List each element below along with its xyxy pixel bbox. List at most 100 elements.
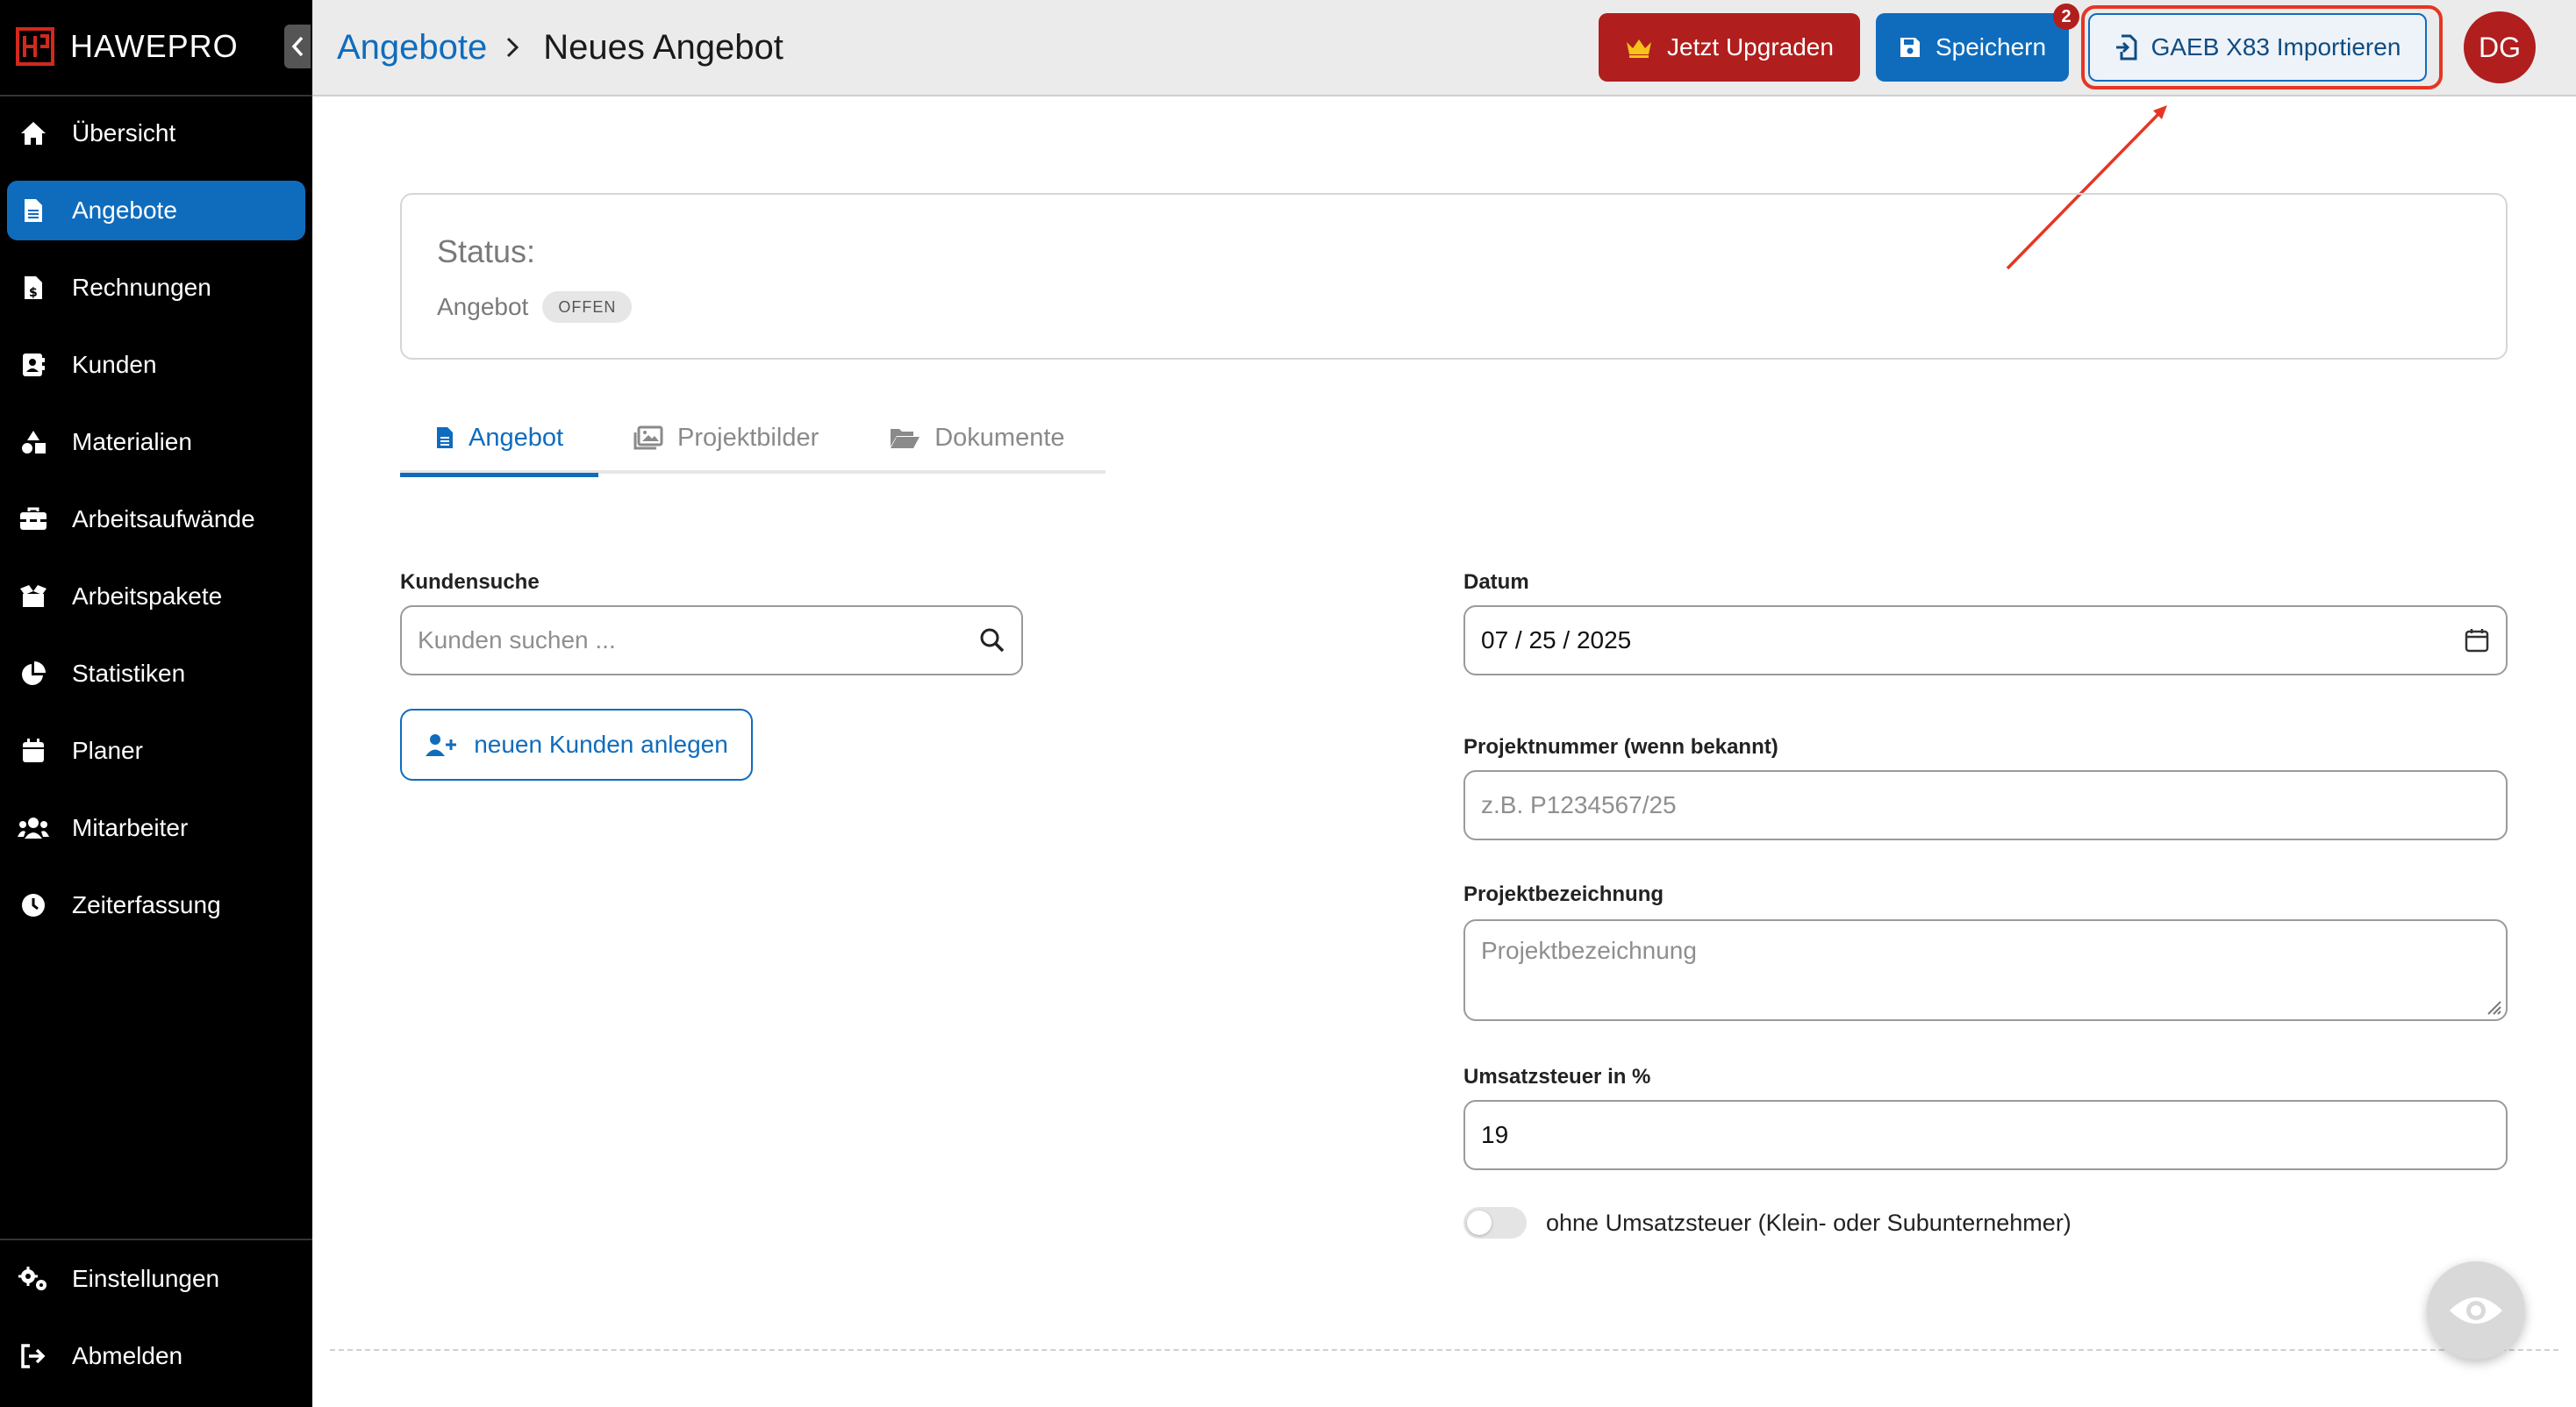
sidebar-item-zeiterfassung[interactable]: Zeiterfassung <box>7 875 305 935</box>
customer-search-placeholder: Kunden suchen ... <box>418 626 616 654</box>
save-button[interactable]: Speichern <box>1876 13 2069 82</box>
brand-name: HAWEPRO <box>70 28 239 64</box>
sidebar-item-label: Abmelden <box>72 1342 183 1369</box>
clock-icon <box>18 889 49 921</box>
vat-value: 19 <box>1481 1121 1509 1148</box>
sidebar-item-label: Kunden <box>72 351 157 378</box>
sidebar-item-label: Mitarbeiter <box>72 814 189 841</box>
gaeb-import-button-label: GAEB X83 Importieren <box>2150 33 2401 61</box>
sidebar-item-arbeitspakete[interactable]: Arbeitspakete <box>7 567 305 626</box>
toggle-knob <box>1467 1211 1492 1235</box>
calendar-icon[interactable] <box>2464 627 2490 654</box>
document-icon <box>18 195 49 226</box>
no-vat-toggle[interactable] <box>1463 1207 1527 1239</box>
gaeb-import-button[interactable]: GAEB X83 Importieren <box>2088 13 2427 82</box>
breadcrumb-link-angebote[interactable]: Angebote <box>337 28 487 68</box>
contact-card-icon <box>18 349 49 381</box>
sidebar-item-label: Arbeitspakete <box>72 582 223 610</box>
sidebar-item-rechnungen[interactable]: $ Rechnungen <box>7 258 305 318</box>
brand[interactable]: HAWEPRO <box>16 25 239 68</box>
chevron-right-icon <box>504 37 526 58</box>
tab-bar: Angebot Projektbilder Dokumente <box>400 402 1106 477</box>
tab-label: Angebot <box>469 423 564 452</box>
sidebar-item-label: Rechnungen <box>72 274 211 301</box>
new-customer-button[interactable]: neuen Kunden anlegen <box>400 709 753 781</box>
upgrade-button[interactable]: Jetzt Upgraden <box>1599 13 1860 82</box>
sidebar-item-kunden[interactable]: Kunden <box>7 335 305 395</box>
sidebar-collapse-button[interactable] <box>284 25 311 68</box>
sidebar-item-label: Einstellungen <box>72 1265 220 1292</box>
add-user-icon <box>425 732 458 757</box>
floppy-disk-icon <box>1899 36 1921 59</box>
tab-dokumente[interactable]: Dokumente <box>854 402 1099 474</box>
logout-icon <box>18 1340 49 1372</box>
chevron-left-icon <box>291 36 304 57</box>
toolbox-icon <box>18 504 49 535</box>
sidebar-item-angebote[interactable]: Angebote <box>7 181 305 240</box>
resize-grip-icon[interactable] <box>2483 996 2502 1016</box>
vat-field[interactable]: 19 <box>1463 1100 2508 1170</box>
file-import-icon <box>2114 34 2137 61</box>
sidebar-item-statistiken[interactable]: Statistiken <box>7 644 305 704</box>
page-title: Neues Angebot <box>543 27 784 67</box>
eye-icon <box>2450 1297 2502 1324</box>
sidebar-item-einstellungen[interactable]: Einstellungen <box>7 1249 305 1309</box>
sidebar-item-abmelden[interactable]: Abmelden <box>7 1326 305 1386</box>
tab-angebot[interactable]: Angebot <box>400 402 599 477</box>
notification-badge: 2 <box>2053 4 2079 30</box>
box-open-icon <box>18 581 49 612</box>
sidebar-item-mitarbeiter[interactable]: Mitarbeiter <box>7 798 305 858</box>
users-icon <box>18 812 49 844</box>
date-field[interactable]: 07 / 25 / 2025 <box>1463 605 2508 675</box>
pie-chart-icon <box>18 658 49 689</box>
status-title: Status: <box>437 233 536 269</box>
tab-label: Dokumente <box>934 423 1065 452</box>
status-badge: OFFEN <box>542 291 633 323</box>
shapes-icon <box>18 426 49 458</box>
status-card: Status: Angebot OFFEN <box>400 193 2508 360</box>
crown-icon <box>1625 37 1653 58</box>
sidebar: HAWEPRO Übersicht Angebote $ Rechnungen <box>0 0 312 1407</box>
sidebar-item-label: Planer <box>72 737 143 764</box>
vat-label: Umsatzsteuer in % <box>1463 1065 1651 1089</box>
project-name-placeholder: Projektbezeichnung <box>1481 937 1697 964</box>
home-icon <box>18 118 49 149</box>
project-number-field[interactable]: z.B. P1234567/25 <box>1463 770 2508 840</box>
project-number-placeholder: z.B. P1234567/25 <box>1481 791 1677 818</box>
sidebar-item-label: Materialien <box>72 428 192 455</box>
project-number-label: Projektnummer (wenn bekannt) <box>1463 735 1778 759</box>
sidebar-item-label: Arbeitsaufwände <box>72 505 255 532</box>
images-icon <box>633 425 663 450</box>
sidebar-nav: Übersicht Angebote $ Rechnungen Kunden M… <box>0 104 312 953</box>
sidebar-divider <box>0 95 312 96</box>
customer-search-input[interactable]: Kunden suchen ... <box>400 605 1023 675</box>
hawepro-logo-icon <box>16 27 54 66</box>
sidebar-item-label: Statistiken <box>72 660 186 687</box>
sidebar-item-planer[interactable]: Planer <box>7 721 305 781</box>
sidebar-item-label: Übersicht <box>72 119 176 146</box>
preview-fab-button[interactable] <box>2427 1261 2525 1360</box>
svg-text:$: $ <box>29 286 38 300</box>
sidebar-divider <box>0 1239 312 1240</box>
breadcrumb: Angebote Neues Angebot <box>337 23 784 72</box>
date-label: Datum <box>1463 570 1529 594</box>
status-label: Angebot <box>437 293 529 320</box>
sidebar-item-materialien[interactable]: Materialien <box>7 412 305 472</box>
section-divider <box>330 1349 2558 1351</box>
sidebar-item-label: Zeiterfassung <box>72 891 221 918</box>
no-vat-toggle-row: ohne Umsatzsteuer (Klein- oder Subuntern… <box>1463 1207 2072 1239</box>
tab-projektbilder[interactable]: Projektbilder <box>598 402 854 474</box>
sidebar-item-uebersicht[interactable]: Übersicht <box>7 104 305 163</box>
customer-search-label: Kundensuche <box>400 570 540 594</box>
no-vat-toggle-label: ohne Umsatzsteuer (Klein- oder Subuntern… <box>1546 1209 2072 1236</box>
document-icon <box>435 425 454 450</box>
project-name-textarea[interactable]: Projektbezeichnung <box>1463 919 2508 1021</box>
user-avatar[interactable]: DG <box>2464 11 2536 83</box>
project-name-label: Projektbezeichnung <box>1463 882 1664 906</box>
tab-label: Projektbilder <box>677 423 819 452</box>
save-button-label: Speichern <box>1935 33 2047 61</box>
gears-icon <box>18 1263 49 1295</box>
upgrade-button-label: Jetzt Upgraden <box>1667 33 1834 61</box>
sidebar-item-arbeitsaufwaende[interactable]: Arbeitsaufwände <box>7 489 305 549</box>
search-icon[interactable] <box>979 627 1005 654</box>
